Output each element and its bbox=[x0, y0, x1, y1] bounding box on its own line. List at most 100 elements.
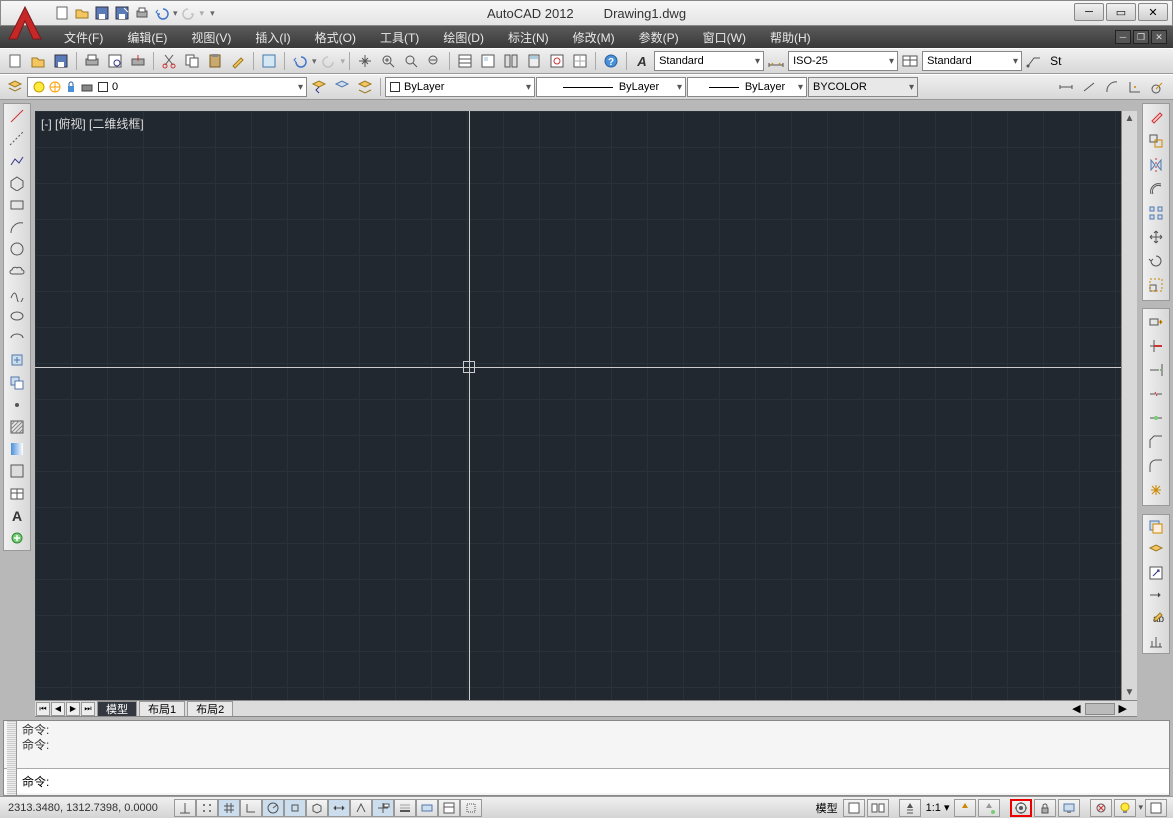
line-icon[interactable] bbox=[6, 106, 28, 126]
revcloud-icon[interactable] bbox=[6, 261, 28, 281]
designcenter-icon[interactable] bbox=[569, 50, 591, 72]
region-icon[interactable] bbox=[6, 461, 28, 481]
command-input[interactable] bbox=[53, 774, 1163, 788]
tab-first-icon[interactable]: ⏮ bbox=[36, 702, 50, 716]
dimstyle-combo[interactable]: ISO-25 bbox=[788, 51, 898, 71]
menu-help[interactable]: 帮助(H) bbox=[758, 26, 823, 48]
insertblock-icon[interactable] bbox=[6, 350, 28, 370]
menu-file[interactable]: 文件(F) bbox=[52, 26, 115, 48]
edittext-icon[interactable]: abc bbox=[1145, 608, 1167, 629]
sheet-icon[interactable] bbox=[477, 50, 499, 72]
break-icon[interactable] bbox=[1145, 383, 1167, 405]
cleanscreen-icon[interactable] bbox=[1145, 799, 1167, 817]
array-icon[interactable] bbox=[1145, 202, 1167, 224]
ortho-icon[interactable] bbox=[240, 799, 262, 817]
annovis-icon[interactable] bbox=[954, 799, 976, 817]
lineweight-combo[interactable]: ByLayer bbox=[687, 77, 807, 97]
dim-radius-icon[interactable] bbox=[1147, 76, 1169, 98]
annoscale-icon[interactable] bbox=[899, 799, 921, 817]
setbylayer-icon[interactable] bbox=[1145, 540, 1167, 561]
bulb-dropdown-icon[interactable]: ▾ bbox=[1138, 802, 1143, 813]
tab-layout2[interactable]: 布局2 bbox=[187, 701, 233, 716]
qat-print-icon[interactable] bbox=[133, 4, 151, 22]
quickview-icon[interactable] bbox=[867, 799, 889, 817]
minimize-button[interactable]: ─ bbox=[1074, 3, 1104, 21]
3dosnap-icon[interactable] bbox=[306, 799, 328, 817]
polygon-icon[interactable] bbox=[6, 173, 28, 193]
print-icon[interactable] bbox=[81, 50, 103, 72]
hscroll-thumb[interactable] bbox=[1085, 703, 1115, 715]
mdi-restore[interactable]: ❐ bbox=[1133, 30, 1149, 44]
layermgr-icon[interactable] bbox=[4, 76, 26, 98]
menu-modify[interactable]: 修改(M) bbox=[561, 26, 627, 48]
cut-icon[interactable] bbox=[158, 50, 180, 72]
polar-icon[interactable] bbox=[262, 799, 284, 817]
qat-open-icon[interactable] bbox=[73, 4, 91, 22]
ellipsearc-icon[interactable] bbox=[6, 328, 28, 348]
hardware-icon[interactable] bbox=[1058, 799, 1080, 817]
tab-prev-icon[interactable]: ◀ bbox=[51, 702, 65, 716]
pan-icon[interactable] bbox=[354, 50, 376, 72]
app-logo-icon[interactable] bbox=[5, 3, 45, 43]
menu-parametric[interactable]: 参数(P) bbox=[627, 26, 691, 48]
new-icon[interactable] bbox=[4, 50, 26, 72]
menu-view[interactable]: 视图(V) bbox=[179, 26, 243, 48]
scale-label[interactable]: 1:1 ▾ bbox=[923, 801, 953, 814]
draworder-icon[interactable] bbox=[1145, 517, 1167, 538]
lengthen-icon[interactable] bbox=[1145, 585, 1167, 606]
redo-icon[interactable] bbox=[318, 50, 340, 72]
scroll-up-icon[interactable]: ▲ bbox=[1125, 113, 1135, 124]
textstyle-combo[interactable]: Standard bbox=[654, 51, 764, 71]
stretch-icon[interactable] bbox=[1145, 311, 1167, 333]
tab-layout1[interactable]: 布局1 bbox=[139, 701, 185, 716]
hscroll-left-icon[interactable]: ◀ bbox=[1072, 702, 1080, 715]
paste-icon[interactable] bbox=[204, 50, 226, 72]
lwt-icon[interactable] bbox=[394, 799, 416, 817]
mdi-close[interactable]: ✕ bbox=[1151, 30, 1167, 44]
annoauto-icon[interactable] bbox=[978, 799, 1000, 817]
hatch-icon[interactable] bbox=[6, 417, 28, 437]
qat-saveas-icon[interactable] bbox=[113, 4, 131, 22]
calc-icon[interactable] bbox=[523, 50, 545, 72]
linetype-combo[interactable]: ByLayer bbox=[536, 77, 686, 97]
arc-icon[interactable] bbox=[6, 217, 28, 237]
otrack-icon[interactable] bbox=[328, 799, 350, 817]
drawing-canvas[interactable]: [-] [俯视] [二维线框] ▲ ▼ bbox=[35, 111, 1137, 700]
maximize-button[interactable]: ▭ bbox=[1106, 3, 1136, 21]
copy-icon[interactable] bbox=[181, 50, 203, 72]
align-icon[interactable] bbox=[1145, 630, 1167, 651]
makeblock-icon[interactable] bbox=[6, 372, 28, 392]
menu-draw[interactable]: 绘图(D) bbox=[431, 26, 496, 48]
mirror-icon[interactable] bbox=[1145, 154, 1167, 176]
markup-icon[interactable] bbox=[546, 50, 568, 72]
gradient-icon[interactable] bbox=[6, 439, 28, 459]
qat-undo-icon[interactable] bbox=[153, 4, 171, 22]
color-combo[interactable]: ByLayer bbox=[385, 77, 535, 97]
dim-arc-icon[interactable] bbox=[1101, 76, 1123, 98]
vertical-scrollbar[interactable]: ▲ ▼ bbox=[1121, 111, 1137, 700]
mtext-icon[interactable]: A bbox=[6, 506, 28, 526]
properties-icon[interactable] bbox=[454, 50, 476, 72]
qat-new-icon[interactable] bbox=[53, 4, 71, 22]
close-button[interactable]: ✕ bbox=[1138, 3, 1168, 21]
trim-icon[interactable] bbox=[1145, 335, 1167, 357]
dim-linear-icon[interactable] bbox=[1055, 76, 1077, 98]
workspace-switch-icon[interactable] bbox=[1010, 799, 1032, 817]
tab-model[interactable]: 模型 bbox=[97, 701, 137, 716]
command-history[interactable]: 命令: 命令: bbox=[4, 721, 1169, 769]
sc-icon[interactable] bbox=[460, 799, 482, 817]
offset-icon[interactable] bbox=[1145, 178, 1167, 200]
zoom-rt-icon[interactable] bbox=[377, 50, 399, 72]
isolate-icon[interactable] bbox=[1090, 799, 1112, 817]
polyline-icon[interactable] bbox=[6, 150, 28, 170]
undo-dropdown-icon[interactable]: ▾ bbox=[173, 8, 178, 19]
zoom-prev-icon[interactable] bbox=[423, 50, 445, 72]
osnap-icon[interactable] bbox=[284, 799, 306, 817]
viewport-label[interactable]: [-] [俯视] [二维线框] bbox=[41, 115, 144, 132]
mdi-minimize[interactable]: ─ bbox=[1115, 30, 1131, 44]
layerstate-icon[interactable] bbox=[331, 76, 353, 98]
menu-insert[interactable]: 插入(I) bbox=[243, 26, 302, 48]
dyn-icon[interactable] bbox=[372, 799, 394, 817]
layerprev-icon[interactable] bbox=[308, 76, 330, 98]
dim-aligned-icon[interactable] bbox=[1078, 76, 1100, 98]
